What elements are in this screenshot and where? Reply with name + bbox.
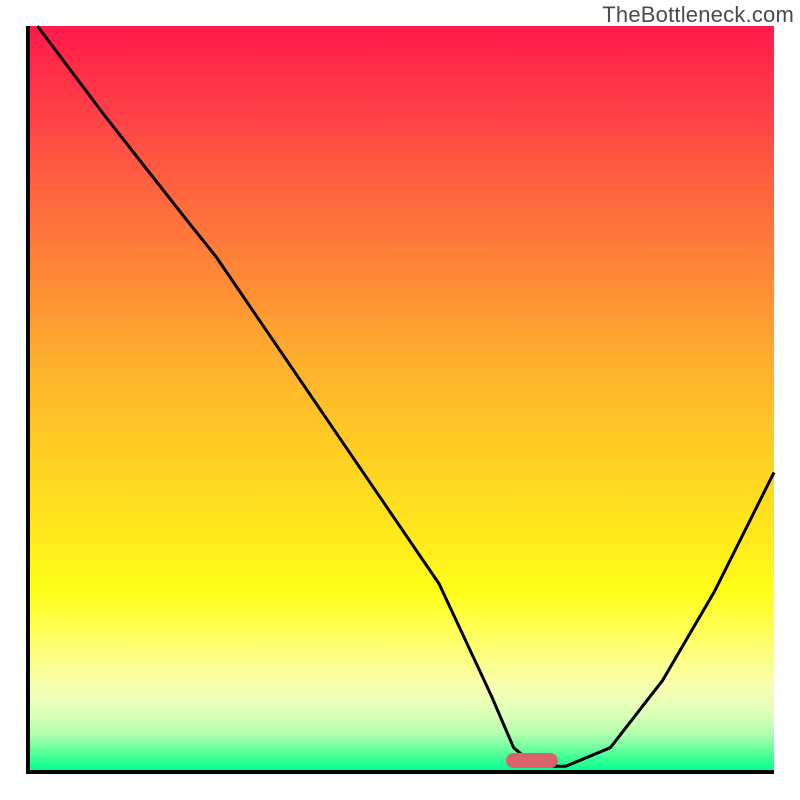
plot-area bbox=[26, 26, 774, 774]
chart-wrapper: TheBottleneck.com bbox=[0, 0, 800, 800]
bottleneck-curve bbox=[30, 26, 774, 770]
optimal-marker bbox=[506, 753, 558, 768]
watermark-text: TheBottleneck.com bbox=[602, 2, 794, 28]
